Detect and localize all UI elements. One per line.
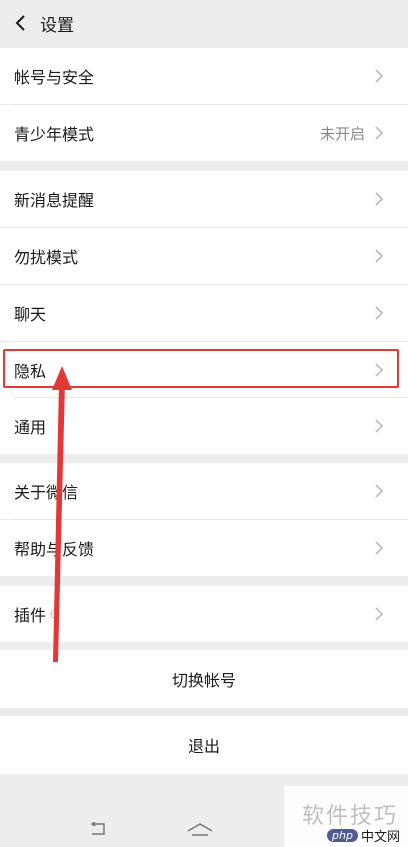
- settings-item-label: 新消息提醒: [14, 191, 95, 210]
- settings-item-label: 勿扰模式: [14, 248, 79, 267]
- page-title: 设置: [40, 15, 74, 36]
- settings-item-new-message-alert[interactable]: 新消息提醒: [0, 171, 408, 227]
- back-icon[interactable]: [12, 14, 30, 32]
- watermark-site: 中文网: [360, 830, 400, 845]
- chevron-right-icon: [375, 419, 384, 433]
- settings-item-label: 帐号与安全: [14, 68, 95, 87]
- settings-item-teen-mode[interactable]: 青少年模式 未开启: [0, 105, 408, 161]
- logout-button[interactable]: 退出: [0, 716, 408, 774]
- settings-item-help-feedback[interactable]: 帮助与反馈: [0, 520, 408, 576]
- settings-item-label: 通用: [14, 418, 47, 437]
- chevron-right-icon: [375, 192, 384, 206]
- settings-item-label: 关于微信: [14, 483, 79, 502]
- settings-item-general[interactable]: 通用: [0, 398, 408, 454]
- home-nav-icon[interactable]: [186, 822, 214, 838]
- settings-item-plugins[interactable]: 插件: [0, 586, 408, 642]
- back-nav-icon[interactable]: [88, 822, 108, 836]
- header-bar: 设置: [0, 0, 408, 46]
- chevron-right-icon: [375, 69, 384, 83]
- settings-item-account-security[interactable]: 帐号与安全: [0, 48, 408, 104]
- settings-item-label: 插件: [14, 602, 375, 626]
- chevron-right-icon: [375, 249, 384, 263]
- php-badge: php: [327, 829, 358, 842]
- chevron-right-icon: [375, 541, 384, 555]
- chevron-right-icon: [375, 607, 384, 621]
- chevron-right-icon: [375, 126, 384, 140]
- privacy-highlight-box: [3, 349, 399, 388]
- chevron-right-icon: [375, 484, 384, 498]
- settings-item-label: 青少年模式: [14, 125, 95, 144]
- settings-item-value: 未开启: [319, 124, 365, 143]
- settings-item-about-wechat[interactable]: 关于微信: [0, 463, 408, 519]
- watermark-logo: php 中文网: [327, 826, 400, 845]
- chevron-right-icon: [375, 306, 384, 320]
- settings-item-chat[interactable]: 聊天: [0, 285, 408, 341]
- settings-item-do-not-disturb[interactable]: 勿扰模式: [0, 228, 408, 284]
- switch-account-button[interactable]: 切换帐号: [0, 650, 408, 708]
- settings-item-label: 聊天: [14, 305, 47, 324]
- settings-item-label: 帮助与反馈: [14, 540, 95, 559]
- plugin-dot-icon: [50, 609, 60, 619]
- plugins-label: 插件: [14, 606, 47, 625]
